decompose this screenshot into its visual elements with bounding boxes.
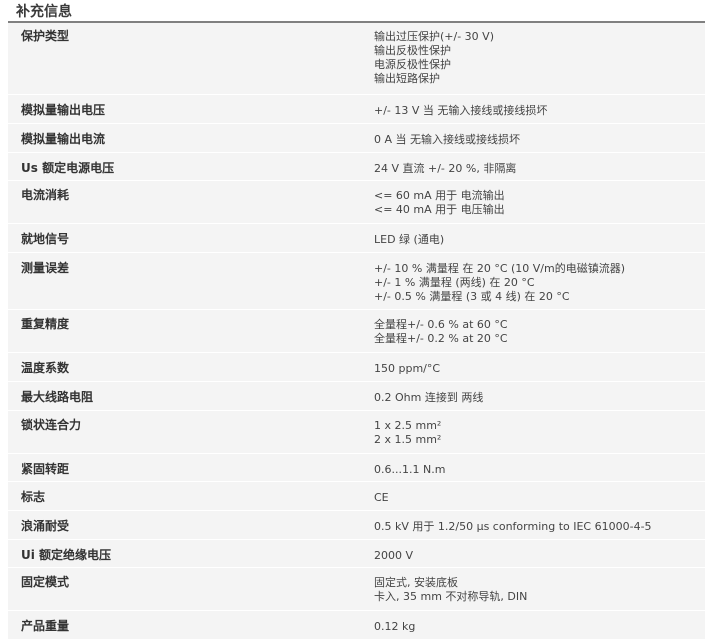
spec-value: 0.2 Ohm 连接到 两线 bbox=[360, 381, 705, 411]
spec-row: 模拟量输出电流 0 A 当 无输入接线或接线损坏 bbox=[8, 123, 705, 153]
spec-value-line: 24 V 直流 +/- 20 %, 非隔离 bbox=[374, 161, 517, 175]
spec-row: 紧固转距 0.6...1.1 N.m bbox=[8, 453, 705, 482]
spec-value-line: 2000 V bbox=[374, 548, 414, 562]
spec-value: 固定式, 安装底板 卡入, 35 mm 不对称导轨, DIN bbox=[360, 567, 705, 611]
spec-value: +/- 13 V 当 无输入接线或接线损坏 bbox=[360, 94, 705, 124]
spec-row: 浪涌耐受 0.5 kV 用于 1.2/50 µs conforming to IE… bbox=[8, 510, 705, 540]
spec-row: 模拟量输出电压 +/- 13 V 当 无输入接线或接线损坏 bbox=[8, 94, 705, 124]
spec-value-line: +/- 0.5 % 满量程 (3 或 4 线) 在 20 °C bbox=[374, 289, 570, 303]
spec-value-line: 150 ppm/°C bbox=[374, 361, 441, 375]
spec-row: Us 额定电源电压 24 V 直流 +/- 20 %, 非隔离 bbox=[8, 152, 705, 181]
spec-row: 电流消耗 <= 60 mA 用于 电流输出 <= 40 mA 用于 电压输出 bbox=[8, 180, 705, 224]
spec-value: 0.5 kV 用于 1.2/50 µs conforming to IEC 61… bbox=[360, 510, 705, 540]
spec-value-line: <= 40 mA 用于 电压输出 bbox=[374, 202, 505, 216]
spec-row: 重复精度 全量程+/- 0.6 % at 60 °C 全量程+/- 0.2 % at… bbox=[8, 309, 705, 353]
spec-label: 锁状连合力 bbox=[8, 410, 360, 454]
spec-row: 锁状连合力 1 x 2.5 mm² 2 x 1.5 mm² bbox=[8, 410, 705, 454]
spec-value: +/- 10 % 满量程 在 20 °C (10 V/m的电磁镇流器) +/- 1… bbox=[360, 252, 705, 310]
spec-value-line: 输出反极性保护 bbox=[374, 44, 451, 57]
spec-label: 模拟量输出电流 bbox=[8, 123, 360, 153]
spec-row: 温度系数 150 ppm/°C bbox=[8, 352, 705, 382]
spec-row: 标志 CE bbox=[8, 481, 705, 511]
section-title: 补充信息 bbox=[8, 4, 705, 23]
spec-value: LED 绿 (通电) bbox=[360, 223, 705, 253]
spec-value: 全量程+/- 0.6 % at 60 °C 全量程+/- 0.2 % at 20 … bbox=[360, 309, 705, 353]
spec-row: 固定模式 固定式, 安装底板 卡入, 35 mm 不对称导轨, DIN bbox=[8, 567, 705, 611]
spec-value-line: +/- 13 V 当 无输入接线或接线损坏 bbox=[374, 103, 548, 117]
spec-label: 紧固转距 bbox=[8, 453, 360, 482]
spec-label: 模拟量输出电压 bbox=[8, 94, 360, 124]
spec-value: <= 60 mA 用于 电流输出 <= 40 mA 用于 电压输出 bbox=[360, 180, 705, 224]
spec-row: 产品重量 0.12 kg bbox=[8, 610, 705, 640]
spec-value: 0 A 当 无输入接线或接线损坏 bbox=[360, 123, 705, 153]
spec-label: Us 额定电源电压 bbox=[8, 152, 360, 181]
spec-row: 保护类型 输出过压保护(+/- 30 V) 输出反极性保护 电源反极性保护 输出短路保护 bbox=[8, 23, 705, 95]
spec-label: 最大线路电阻 bbox=[8, 381, 360, 411]
spec-row: 最大线路电阻 0.2 Ohm 连接到 两线 bbox=[8, 381, 705, 411]
spec-row: 测量误差 +/- 10 % 满量程 在 20 °C (10 V/m的电磁镇流器) +… bbox=[8, 252, 705, 310]
spec-label: 重复精度 bbox=[8, 309, 360, 353]
spec-value-line: 输出过压保护(+/- 30 V) bbox=[374, 30, 494, 43]
spec-value-line: +/- 1 % 满量程 (两线) 在 20 °C bbox=[374, 275, 535, 289]
spec-label: 保护类型 bbox=[8, 23, 360, 95]
spec-label: 电流消耗 bbox=[8, 180, 360, 224]
spec-table-body: 保护类型 输出过压保护(+/- 30 V) 输出反极性保护 电源反极性保护 输出短路保护… bbox=[8, 23, 705, 640]
spec-value-line: 2 x 1.5 mm² bbox=[374, 432, 442, 446]
spec-value: 0.6...1.1 N.m bbox=[360, 453, 705, 482]
spec-panel: 补充信息 保护类型 输出过压保护(+/- 30 V) 输出反极性保护 电源反极性保护输… bbox=[8, 0, 705, 640]
spec-value: CE bbox=[360, 481, 705, 511]
spec-row: Ui 额定绝缘电压 2000 V bbox=[8, 539, 705, 568]
spec-value: 输出过压保护(+/- 30 V) 输出反极性保护 电源反极性保护 输出短路保护 bbox=[360, 23, 705, 95]
spec-value-line: <= 60 mA 用于 电流输出 bbox=[374, 188, 505, 202]
spec-label: 浪涌耐受 bbox=[8, 510, 360, 540]
spec-value: 24 V 直流 +/- 20 %, 非隔离 bbox=[360, 152, 705, 181]
spec-row: 就地信号 LED 绿 (通电) bbox=[8, 223, 705, 253]
spec-value-line: 0.5 kV 用于 1.2/50 µs conforming to IEC 61… bbox=[374, 519, 652, 533]
spec-value-line: CE bbox=[374, 490, 389, 504]
spec-value-line: LED 绿 (通电) bbox=[374, 232, 445, 246]
spec-value-line: 全量程+/- 0.2 % at 20 °C bbox=[374, 331, 508, 345]
spec-value: 0.12 kg bbox=[360, 610, 705, 640]
spec-label: 就地信号 bbox=[8, 223, 360, 253]
spec-value-line: 卡入, 35 mm 不对称导轨, DIN bbox=[374, 589, 528, 603]
spec-value-line: 0 A 当 无输入接线或接线损坏 bbox=[374, 132, 521, 146]
spec-value: 1 x 2.5 mm² 2 x 1.5 mm² bbox=[360, 410, 705, 454]
spec-label: 产品重量 bbox=[8, 610, 360, 640]
spec-label: 温度系数 bbox=[8, 352, 360, 382]
spec-label: Ui 额定绝缘电压 bbox=[8, 539, 360, 568]
spec-label: 标志 bbox=[8, 481, 360, 511]
spec-label: 固定模式 bbox=[8, 567, 360, 611]
spec-value-line: 固定式, 安装底板 bbox=[374, 575, 458, 589]
spec-value-line: 0.12 kg bbox=[374, 619, 416, 633]
spec-label: 测量误差 bbox=[8, 252, 360, 310]
spec-value-line: +/- 10 % 满量程 在 20 °C (10 V/m的电磁镇流器) bbox=[374, 261, 626, 275]
spec-value: 150 ppm/°C bbox=[360, 352, 705, 382]
spec-value-line: 0.2 Ohm 连接到 两线 bbox=[374, 390, 484, 404]
spec-value-line: 0.6...1.1 N.m bbox=[374, 462, 446, 476]
spec-value-line: 电源反极性保护 bbox=[374, 58, 451, 71]
spec-value-line: 输出短路保护 bbox=[374, 72, 440, 85]
spec-table: 保护类型 输出过压保护(+/- 30 V) 输出反极性保护 电源反极性保护 输出短路保护… bbox=[8, 23, 705, 640]
spec-value-line: 全量程+/- 0.6 % at 60 °C bbox=[374, 317, 508, 331]
spec-value-line: 1 x 2.5 mm² bbox=[374, 418, 442, 432]
spec-value: 2000 V bbox=[360, 539, 705, 568]
